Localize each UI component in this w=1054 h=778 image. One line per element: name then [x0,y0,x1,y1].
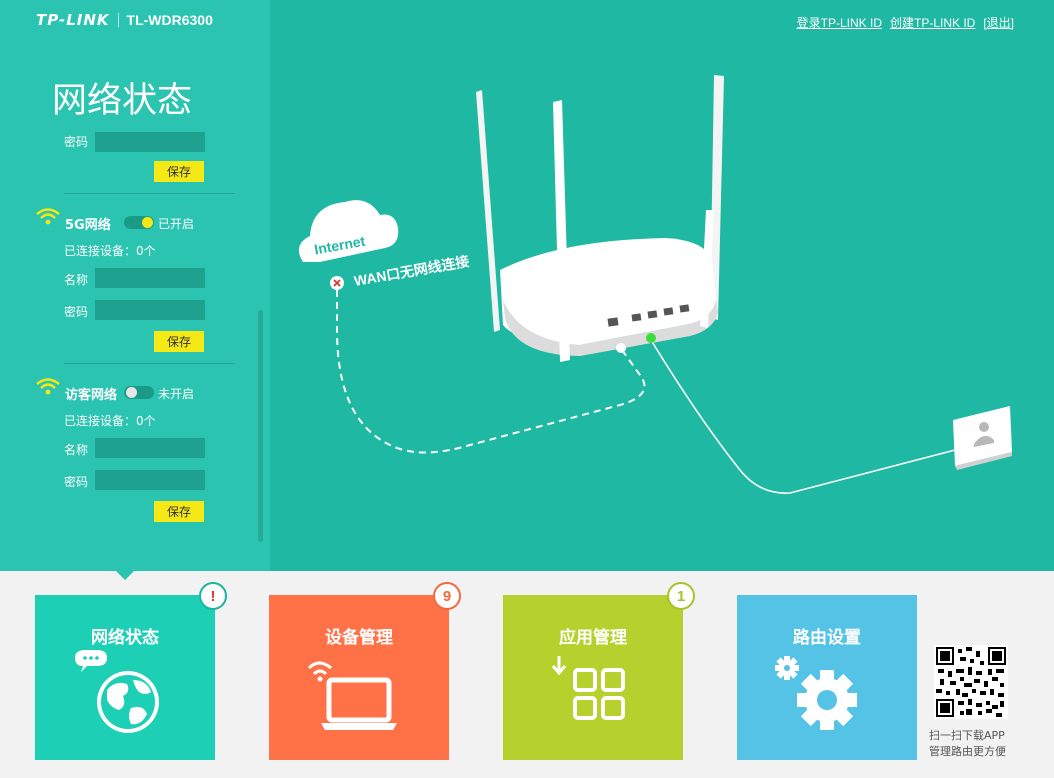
save-button-24g[interactable]: 保存 [154,161,204,182]
lan-cable [650,339,956,494]
password-label: 密码 [64,305,89,319]
router-image [476,75,724,362]
tile-device-management[interactable]: 设备管理 9 [269,582,461,760]
name-label: 名称 [64,273,89,287]
toggle-guest[interactable] [124,386,154,399]
internet-cloud-icon [298,200,399,262]
error-icon [330,276,344,290]
scrollbar[interactable] [258,310,263,542]
wan-port-indicator [616,343,626,353]
network-topology-illustration: Internet WAN口无网线连接 [298,75,1012,494]
status-area: TP-LINK TL-WDR6300 网络状态 密码 保存 5G网络 已开启 已… [0,0,1054,571]
tile-router-settings[interactable]: 路由设置 [737,595,917,760]
divider [64,193,235,194]
toggle-5g[interactable] [124,216,154,229]
page-title: 网络状态 [52,81,193,121]
router-model: TL-WDR6300 [126,12,213,28]
tile-title: 网络状态 [91,628,159,648]
tp-link-logo: TP-LINK [36,11,110,29]
globe-icon [75,650,159,733]
save-button-5g[interactable]: 保存 [154,331,204,352]
wifi-icon [36,378,60,395]
count-badge: 9 [433,582,461,610]
tile-title: 应用管理 [559,628,627,648]
active-tab-pointer [116,571,134,580]
alert-badge: ! [199,582,227,610]
wifi-icon [36,208,60,225]
qr-code-image [934,645,1008,719]
apps-grid-icon [551,656,625,720]
password-field-5g[interactable] [95,300,205,320]
wan-status-text: WAN口无网线连接 [353,253,471,289]
name-label: 名称 [64,443,89,457]
status-5g: 已开启 [158,217,195,231]
divider [64,363,235,364]
qr-caption-line2: 管理路由更方便 [929,745,1006,758]
status-guest: 未开启 [158,387,195,401]
lan-port-indicator [646,333,656,343]
tile-app-management[interactable]: 应用管理 1 [503,582,695,760]
connected-devices-5g: 已连接设备：0个 [64,244,156,258]
qr-caption: 扫一扫下载APP 管理路由更方便 [929,728,1019,760]
name-field-5g[interactable] [95,268,205,288]
tile-network-status[interactable]: 网络状态 ! [35,582,227,760]
status-panel: TP-LINK TL-WDR6300 网络状态 密码 保存 5G网络 已开启 已… [0,0,270,571]
section-title-5g: 5G网络 [65,218,111,233]
password-field-guest[interactable] [95,470,205,490]
toggle-knob [142,217,153,228]
tile-title: 路由设置 [793,628,861,648]
laptop-icon [307,661,397,730]
name-field-guest[interactable] [95,438,205,458]
toggle-knob [126,387,137,398]
qr-code [934,645,1008,719]
password-field-24g[interactable] [95,132,205,152]
brand-separator [117,13,119,27]
qr-caption-line1: 扫一扫下载APP [929,729,1005,742]
brand: TP-LINK TL-WDR6300 [36,10,213,30]
save-button-guest[interactable]: 保存 [154,501,204,522]
password-label: 密码 [64,475,89,489]
gear-icon [775,656,857,730]
connected-devices-guest: 已连接设备：0个 [64,414,156,428]
tile-title: 设备管理 [325,628,393,648]
password-label: 密码 [64,135,89,149]
user-device-icon [953,406,1012,470]
count-badge: 1 [667,582,695,610]
section-title-guest: 访客网络 [65,388,118,403]
